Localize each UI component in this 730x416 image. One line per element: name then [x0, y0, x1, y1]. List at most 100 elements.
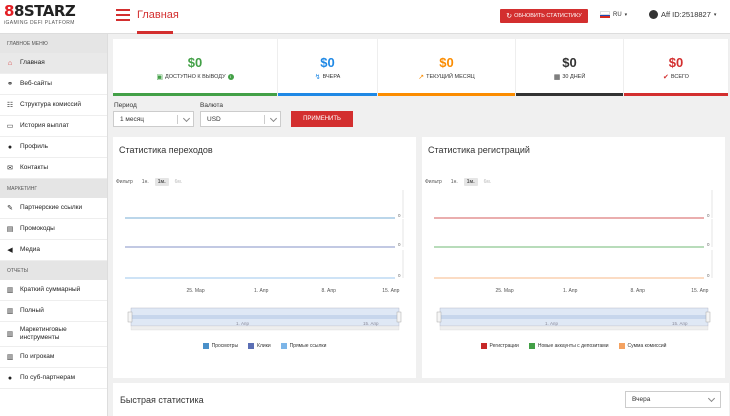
affiliate-id[interactable]: Aff ID:2518827 ▾ [649, 10, 716, 19]
stat-label: ТЕКУЩИЙ МЕСЯЦ [426, 73, 475, 80]
stat-color-bar [378, 93, 515, 96]
refresh-icon: ↻ [506, 13, 513, 20]
x-tick-label: 25. Мар [496, 288, 514, 294]
legend-item[interactable]: Просмотры [202, 343, 239, 349]
users-icon: ● [7, 374, 13, 382]
legend-swatch [202, 343, 209, 349]
sidebar-item[interactable]: ⚭ Веб-сайты [0, 74, 107, 95]
sidebar-item-label: По суб-партнерам [20, 374, 76, 381]
page-title: Главная [137, 9, 179, 21]
chart-icon: ▥ [6, 354, 14, 361]
sidebar-item[interactable]: ▭ История выплат [0, 116, 107, 137]
chart-area: 0 0 0 25. Мар 1. Апр 8. Апр 15. Апр 1. Апр 15. А… [434, 190, 713, 331]
sidebar-item[interactable]: ▥ Краткий суммарный [0, 280, 107, 301]
language-selector[interactable]: RU ▾ [600, 11, 627, 19]
info-icon[interactable]: i [227, 73, 234, 80]
chevron-down-icon: ▾ [713, 11, 717, 18]
legend-item[interactable]: Сумма комиссий [618, 343, 666, 349]
sidebar-item[interactable]: ☷ Структура комиссий [0, 95, 107, 116]
sidebar-item-label: Промокоды [20, 225, 55, 232]
legend-swatch [248, 343, 255, 349]
refresh-stats-label: ОБНОВИТЬ СТАТИСТИКУ [514, 13, 582, 19]
sidebar-item[interactable]: ● Профиль [0, 137, 107, 158]
logo-subtitle: iGAMING DEFI PLATFORM [4, 20, 75, 26]
legend-item[interactable]: Клики [248, 343, 271, 349]
check-icon: ✔ [663, 73, 669, 81]
sidebar-item[interactable]: ✉ Контакты [0, 158, 107, 179]
sidebar-item-label: Маркетинговые инструменты [19, 326, 67, 341]
x-tick-label: 8. Апр [322, 288, 337, 294]
period-value: 1 месяц [120, 115, 144, 123]
stat-color-bar [516, 93, 623, 96]
period-select[interactable]: 1 месяц [113, 111, 194, 127]
navigator-handle-left[interactable] [436, 311, 442, 323]
sidebar-item[interactable]: ▥ Маркетинговые инструменты [0, 322, 107, 347]
refresh-stats-button[interactable]: ↻ ОБНОВИТЬ СТАТИСТИКУ [500, 9, 588, 23]
account-icon [649, 10, 658, 19]
stat-value: $0 [562, 54, 577, 70]
stat-card: $0 ↗ ТЕКУЩИЙ МЕСЯЦ [378, 39, 516, 96]
y-tick-label: 0 [398, 213, 401, 218]
navigator-handle-left[interactable] [127, 311, 133, 323]
sidebar-item[interactable]: ◀ Медиа [0, 240, 107, 261]
logo-text: STARZ [23, 2, 76, 20]
y-tick-label: 0 [707, 213, 710, 218]
sidebar-item[interactable]: ✎ Партнерские ссылки [0, 198, 107, 219]
quick-stats-title: Быстрая статистика [120, 395, 204, 405]
sidebar-item[interactable]: ⌂ Главная [0, 53, 107, 74]
edit-icon: ✎ [7, 205, 13, 212]
legend-label: Прямые ссылки [289, 343, 327, 349]
hierarchy-icon: ☷ [6, 102, 14, 109]
sidebar-item[interactable]: ▥ По игрокам [0, 347, 107, 368]
navigator-handle-right[interactable] [705, 311, 711, 323]
navigator-label: 15. Апр [363, 321, 379, 326]
y-tick-label: 0 [398, 273, 401, 278]
sidebar-item-label: Веб-сайты [20, 80, 52, 87]
chevron-down-icon [182, 114, 191, 123]
legend-swatch [280, 343, 287, 349]
x-tick-label: 8. Апр [631, 288, 646, 294]
stat-label-row: ▦ 30 ДНЕЙ [554, 73, 586, 81]
megaphone-icon: ◀ [7, 247, 13, 254]
sidebar-item-label: Главная [20, 59, 45, 66]
sidebar-item[interactable]: ▤ Промокоды [0, 219, 107, 240]
stat-value: $0 [439, 54, 454, 70]
legend-item[interactable]: Регистрации [480, 343, 519, 349]
sidebar-item-label: Профиль [20, 143, 49, 150]
stats-summary: $0 ▣ ДОСТУПНО К ВЫВОДУ i $0 ↯ ВЧЕРА $0 ↗ ТЕКУЩИЙ … [113, 39, 729, 96]
legend-item[interactable]: Прямые ссылки [280, 343, 327, 349]
quick-stats-period-value: Вчера [632, 396, 651, 403]
trend-icon: ↗ [418, 73, 425, 81]
stat-label-row: ↯ ВЧЕРА [315, 73, 341, 81]
currency-value: USD [207, 115, 221, 123]
menu-toggle-icon[interactable] [116, 9, 130, 21]
legend-label: Просмотры [211, 343, 239, 349]
filters-bar: Период 1 месяц Валюта USD ПРИМЕНИТЬ [113, 102, 513, 132]
period-label: Период [114, 102, 137, 109]
sidebar-item-label: Медиа [20, 246, 40, 253]
sidebar-item[interactable]: ▥ Полный [0, 301, 107, 322]
currency-select[interactable]: USD [200, 111, 281, 127]
sidebar-item-label: История выплат [20, 122, 69, 129]
stat-label: ВЧЕРА [322, 73, 341, 80]
chart-icon: ▥ [6, 331, 14, 338]
sidebar-item[interactable]: ● По суб-партнерам [0, 368, 107, 389]
main-content: $0 ▣ ДОСТУПНО К ВЫВОДУ i $0 ↯ ВЧЕРА $0 ↗ ТЕКУЩИЙ … [108, 34, 730, 416]
navigator-label: 1. Апр [236, 321, 249, 326]
currency-label: Валюта [200, 102, 223, 109]
sidebar-section-title: МАРКЕТИНГ [0, 179, 107, 198]
navigator-label: 1. Апр [545, 321, 558, 326]
legend-item[interactable]: Новые аккаунты с депозитами [528, 343, 609, 349]
logo[interactable]: 88STARZ iGAMING DEFI PLATFORM [4, 4, 104, 32]
quick-stats-period-select[interactable]: Вчера [625, 391, 721, 408]
sidebar-item-label: По игрокам [20, 353, 55, 360]
apply-button[interactable]: ПРИМЕНИТЬ [291, 111, 353, 127]
y-tick-label: 0 [398, 242, 401, 247]
navigator-scrollbar[interactable] [439, 325, 709, 331]
card-icon: ▭ [6, 123, 14, 130]
navigator-scrollbar[interactable] [130, 325, 400, 331]
navigator-label: 15. Апр [672, 321, 688, 326]
stat-value: $0 [668, 54, 684, 70]
navigator-handle-right[interactable] [396, 311, 402, 323]
cash-icon: ▣ [156, 73, 164, 81]
